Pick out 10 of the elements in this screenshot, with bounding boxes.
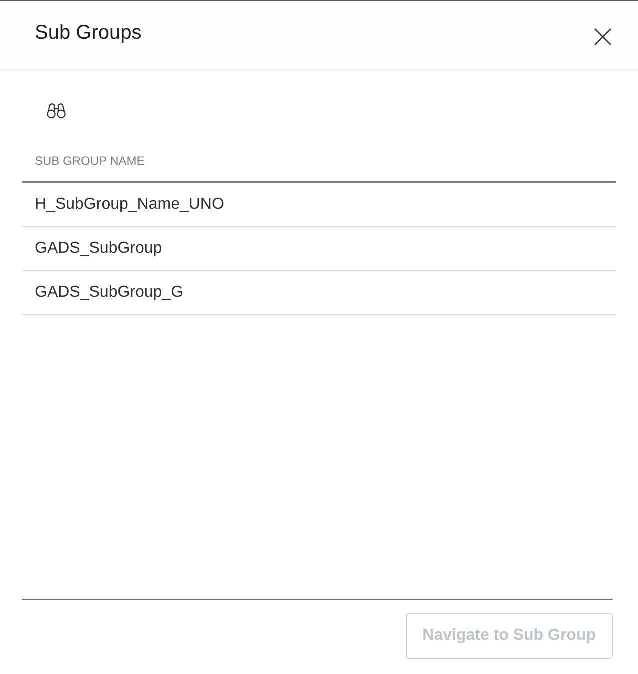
table-row[interactable]: H_SubGroup_Name_UNO — [22, 183, 616, 227]
table-row[interactable]: GADS_SubGroup_G — [22, 271, 616, 315]
table-cell-text: GADS_SubGroup_G — [34, 282, 184, 302]
table-cell-text: H_SubGroup_Name_UNO — [34, 194, 224, 214]
column-header: SUB GROUP NAME — [34, 153, 145, 170]
binoculars-icon[interactable] — [47, 103, 66, 119]
table-cell-text: GADS_SubGroup — [34, 238, 162, 258]
table-row[interactable]: GADS_SubGroup — [22, 227, 616, 271]
dialog-title: Sub Groups — [35, 21, 142, 46]
close-icon[interactable] — [594, 28, 612, 46]
